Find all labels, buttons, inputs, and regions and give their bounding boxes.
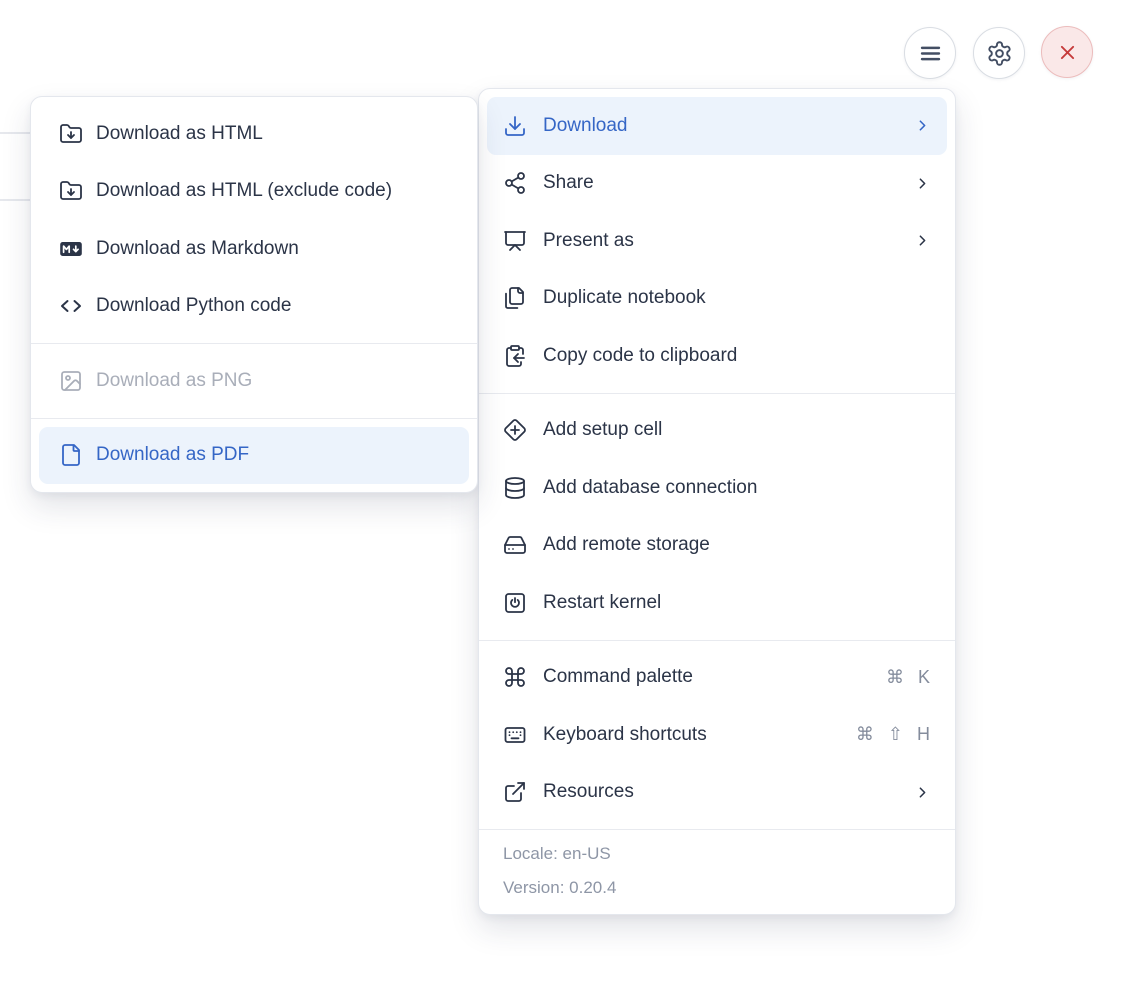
close-icon (1054, 39, 1081, 66)
menu-item-duplicate-notebook[interactable]: Duplicate notebook (487, 270, 947, 328)
markdown-download-icon (59, 237, 83, 261)
background-divider (0, 199, 31, 201)
menu-item-add-setup-cell[interactable]: Add setup cell (487, 402, 947, 460)
menu-item-add-remote-storage[interactable]: Add remote storage (487, 517, 947, 575)
menu-item-label: Resources (543, 781, 634, 803)
menu-item-download-as-png: Download as PNG (39, 352, 469, 410)
menu-icon (917, 40, 944, 67)
power-icon (503, 591, 527, 615)
menu-item-label: Present as (543, 229, 634, 251)
menu-item-restart-kernel[interactable]: Restart kernel (487, 574, 947, 632)
duplicate-icon (503, 286, 527, 310)
diamond-plus-icon (503, 418, 527, 442)
menu-item-label: Keyboard shortcuts (543, 723, 707, 745)
database-icon (503, 476, 527, 500)
keyboard-icon (503, 723, 527, 747)
menu-item-keyboard-shortcuts[interactable]: Keyboard shortcuts ⌘ ⇧ H (487, 706, 947, 764)
menu-item-label: Download as PDF (96, 444, 250, 466)
settings-button[interactable] (973, 27, 1025, 79)
background-divider (0, 132, 31, 134)
menu-section: Download as PNG (31, 343, 477, 418)
menu-section: Command palette ⌘ K Keyboard shortcuts ⌘ ⇧ … (479, 639, 955, 830)
settings-gear-icon (986, 40, 1013, 67)
menu-item-download-as-markdown[interactable]: Download as Markdown (39, 220, 469, 278)
chevron-right-icon (914, 117, 931, 134)
menu-section: Download as HTML Download as HTML (exclud… (31, 97, 477, 343)
clipboard-copy-icon (503, 344, 527, 368)
menu-item-share[interactable]: Share (487, 155, 947, 213)
menu-item-download-as-html[interactable]: Download as HTML (39, 105, 469, 163)
menu-item-download-as-pdf[interactable]: Download as PDF (39, 426, 469, 484)
menu-item-label: Add database connection (543, 476, 758, 498)
chevron-right-icon (914, 175, 931, 192)
menu-item-label: Download as Markdown (96, 237, 299, 259)
version-text: Version: 0.20.4 (503, 878, 617, 897)
menu-item-add-database-connection[interactable]: Add database connection (487, 459, 947, 517)
menu-item-label: Download as HTML (96, 122, 263, 144)
menu-item-label: Restart kernel (543, 591, 662, 613)
menu-section: Add setup cell Add database connection Add… (479, 392, 955, 640)
hard-drive-icon (503, 533, 527, 557)
command-icon (503, 665, 527, 689)
menu-item-command-palette[interactable]: Command palette ⌘ K (487, 649, 947, 707)
download-submenu: Download as HTML Download as HTML (exclud… (30, 96, 478, 493)
menu-section: Download Share Present as Duplicate noteboo… (479, 89, 955, 393)
close-button[interactable] (1041, 26, 1093, 78)
menu-item-label: Add remote storage (543, 534, 710, 556)
code-icon (59, 294, 83, 318)
menu-item-download-python-code[interactable]: Download Python code (39, 278, 469, 336)
shortcut-hint: ⌘ ⇧ H (855, 724, 931, 745)
menu-item-label: Share (543, 172, 594, 194)
menu-section: Download as PDF (31, 417, 477, 493)
shortcut-hint: ⌘ K (885, 666, 931, 687)
presentation-icon (503, 229, 527, 253)
menu-footer: Locale: en-US Version: 0.20.4 (479, 829, 955, 914)
image-icon (59, 369, 83, 393)
menu-item-copy-code-to-clipboard[interactable]: Copy code to clipboard (487, 327, 947, 385)
folder-download-icon (59, 122, 83, 146)
menu-item-present-as[interactable]: Present as (487, 212, 947, 270)
menu-item-download-as-html-exclude-code[interactable]: Download as HTML (exclude code) (39, 163, 469, 221)
menu-item-label: Download Python code (96, 295, 292, 317)
notebook-actions-menu: Download Share Present as Duplicate noteboo… (478, 88, 956, 915)
folder-download-icon (59, 179, 83, 203)
menu-button[interactable] (904, 27, 956, 79)
menu-item-label: Download (543, 114, 628, 136)
download-icon (503, 114, 527, 138)
menu-item-label: Add setup cell (543, 419, 663, 441)
menu-item-label: Download as HTML (exclude code) (96, 180, 393, 202)
menu-item-resources[interactable]: Resources (487, 764, 947, 822)
menu-item-label: Download as PNG (96, 369, 253, 391)
share-icon (503, 171, 527, 195)
chevron-right-icon (914, 784, 931, 801)
locale-text: Locale: en-US (503, 844, 611, 863)
menu-item-label: Duplicate notebook (543, 287, 706, 309)
chevron-right-icon (914, 232, 931, 249)
file-icon (59, 443, 83, 467)
external-link-icon (503, 780, 527, 804)
menu-item-label: Command palette (543, 666, 693, 688)
menu-item-download[interactable]: Download (487, 97, 947, 155)
menu-item-label: Copy code to clipboard (543, 344, 738, 366)
